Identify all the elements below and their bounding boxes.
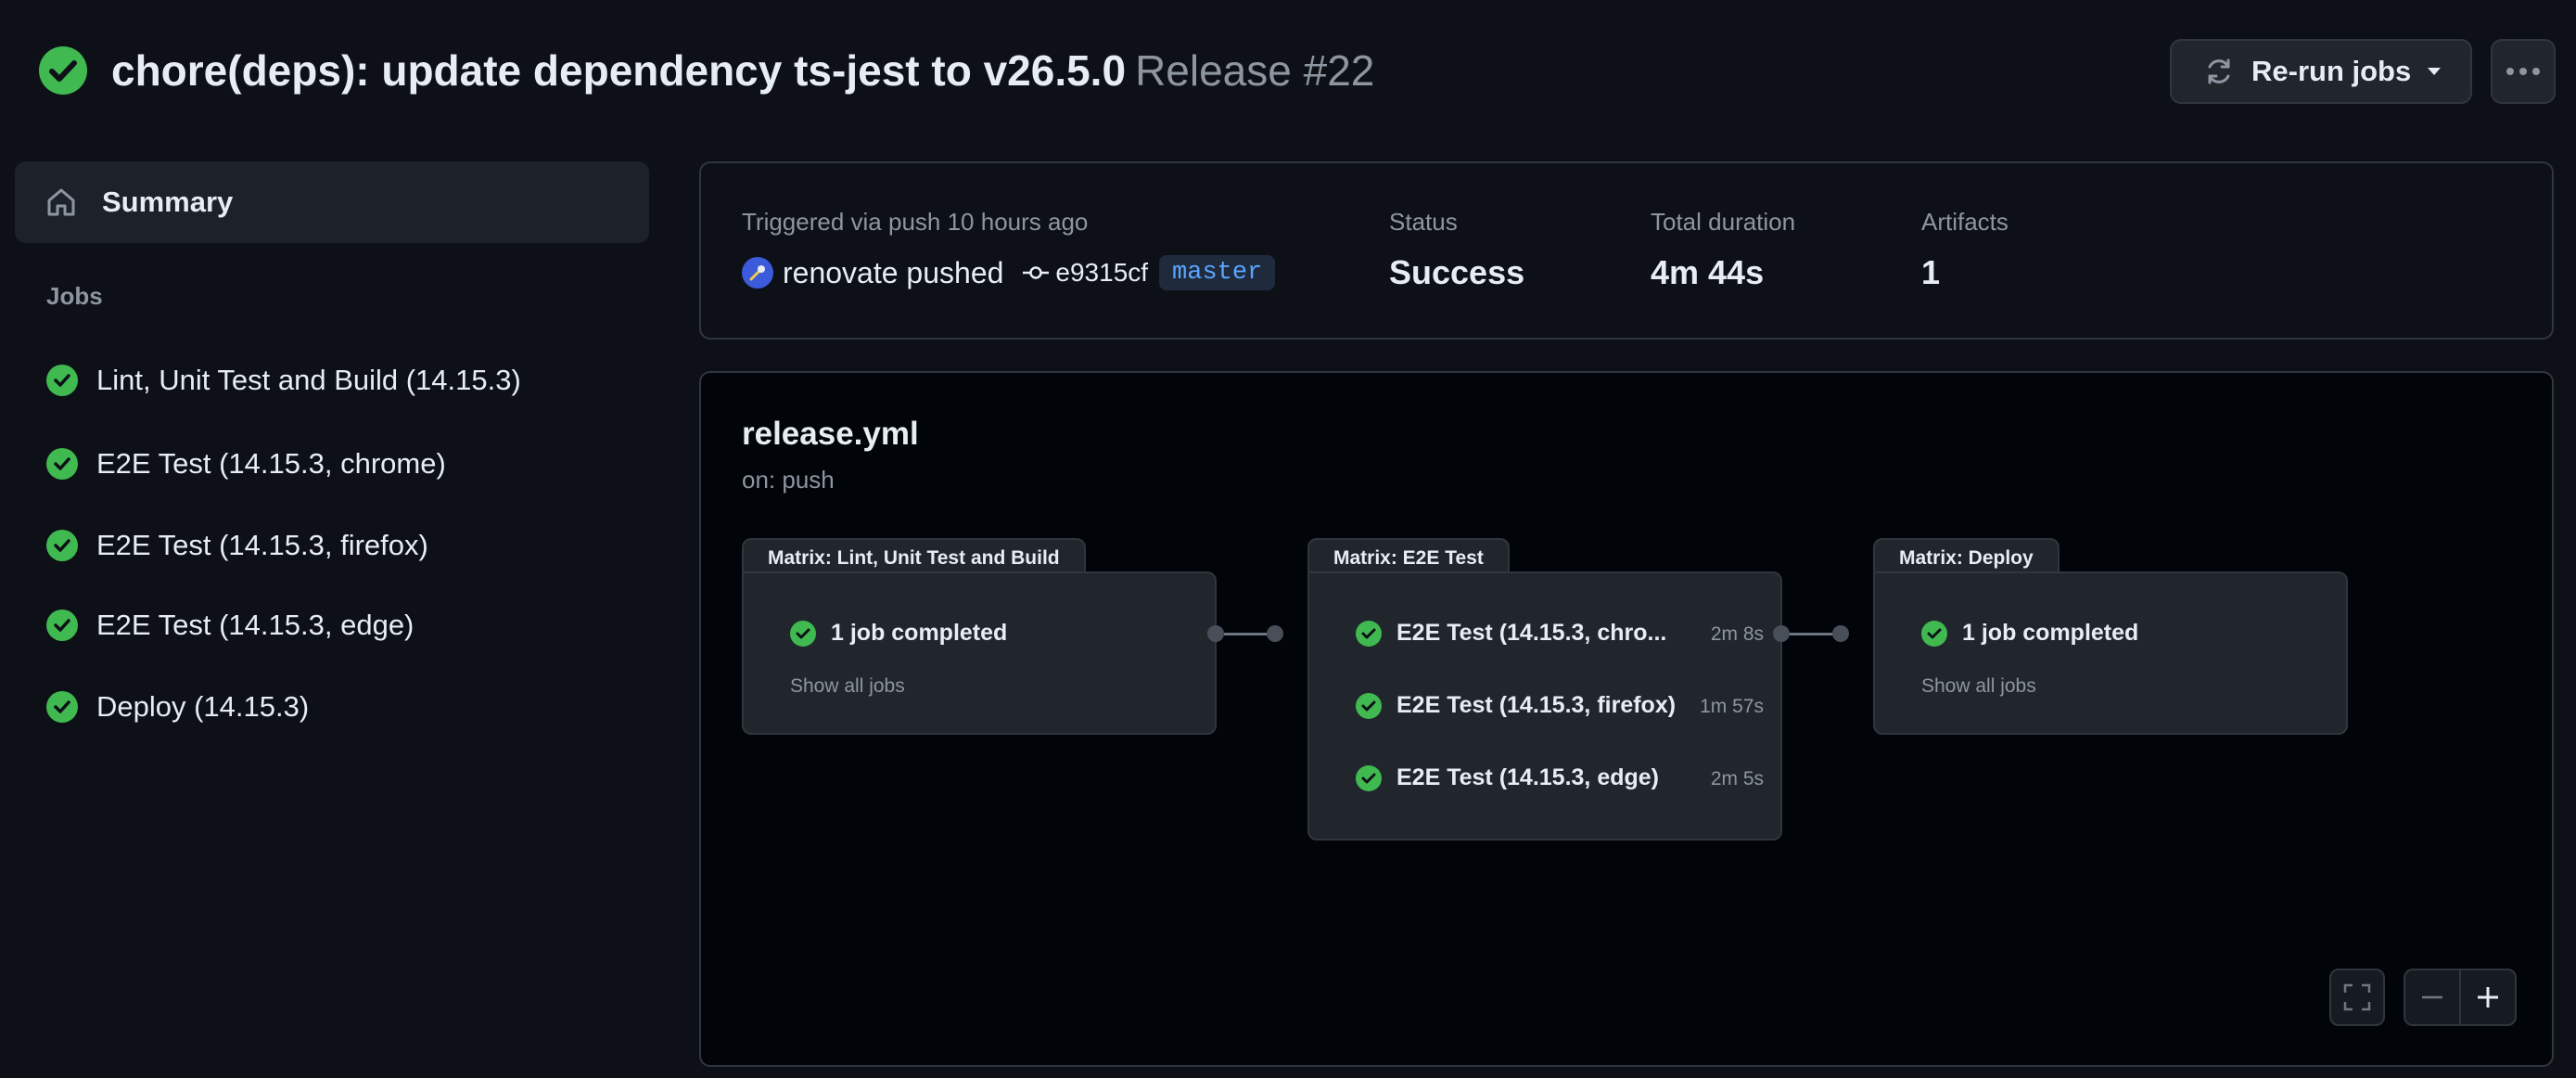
check-circle-icon	[1356, 764, 1382, 791]
matrix-title-deploy: Matrix: Deploy	[1873, 538, 2060, 575]
sidebar-job-item[interactable]: E2E Test (14.15.3, chrome)	[46, 438, 446, 490]
artifacts-value[interactable]: 1	[1921, 252, 1940, 293]
check-circle-icon	[46, 365, 78, 396]
connector-dot	[1832, 625, 1849, 642]
artifacts-label: Artifacts	[1921, 208, 2009, 236]
zoom-in-button[interactable]	[2459, 969, 2517, 1026]
check-circle-icon	[46, 610, 78, 641]
avatar[interactable]	[742, 257, 773, 289]
connector-dot	[1207, 625, 1224, 642]
check-circle-icon	[1356, 620, 1382, 647]
run-status-success-icon	[39, 46, 87, 95]
jobs-heading: Jobs	[46, 282, 103, 310]
zoom-in-icon	[2475, 984, 2501, 1010]
matrix-job-row[interactable]: E2E Test (14.15.3, firefox) 1m 57s	[1356, 692, 1764, 719]
sidebar-job-label: Deploy (14.15.3)	[96, 690, 310, 723]
matrix-summary-row[interactable]: 1 job completed	[790, 620, 1007, 647]
fullscreen-icon	[2342, 982, 2372, 1012]
matrix-summary-label: 1 job completed	[1962, 620, 2139, 646]
summary-label: Summary	[102, 186, 234, 218]
commit-title: chore(deps): update dependency ts-jest t…	[111, 46, 1127, 95]
matrix-title-lint: Matrix: Lint, Unit Test and Build	[742, 538, 1086, 575]
workflow-file-name[interactable]: release.yml	[742, 416, 919, 453]
connector-dot	[1267, 625, 1283, 642]
check-circle-icon	[46, 530, 78, 561]
connector-dot	[1773, 625, 1790, 642]
run-info-panel: Triggered via push 10 hours ago renovate…	[699, 161, 2554, 340]
duration-label: Total duration	[1651, 208, 1796, 236]
sidebar-job-item[interactable]: Lint, Unit Test and Build (14.15.3)	[46, 354, 521, 406]
connector-line	[1224, 633, 1269, 635]
sidebar-job-item[interactable]: E2E Test (14.15.3, firefox)	[46, 520, 428, 571]
sidebar-item-summary[interactable]: Summary	[15, 161, 649, 243]
more-options-button[interactable]	[2491, 39, 2556, 104]
actor-row: renovate pushed e9315cf master	[742, 252, 1276, 293]
actor-name[interactable]: renovate pushed	[783, 256, 1003, 290]
matrix-summary-row[interactable]: 1 job completed	[1921, 620, 2138, 647]
matrix-job-label: E2E Test (14.15.3, edge)	[1396, 764, 1659, 790]
trigger-text: Triggered via push 10 hours ago	[742, 208, 1089, 236]
show-all-jobs-link[interactable]: Show all jobs	[1921, 675, 2036, 698]
page-title: chore(deps): update dependency ts-jest t…	[111, 43, 1374, 98]
matrix-job-label: E2E Test (14.15.3, firefox)	[1396, 692, 1677, 718]
sidebar-job-label: Lint, Unit Test and Build (14.15.3)	[96, 364, 521, 396]
sidebar-job-item[interactable]: E2E Test (14.15.3, edge)	[46, 599, 414, 651]
fullscreen-button[interactable]	[2329, 969, 2385, 1026]
sidebar-job-label: E2E Test (14.15.3, firefox)	[96, 529, 428, 561]
check-circle-icon	[46, 448, 78, 480]
matrix-job-duration: 2m 8s	[1710, 623, 1764, 645]
matrix-job-row[interactable]: E2E Test (14.15.3, chro... 2m 8s	[1356, 620, 1764, 647]
caret-down-icon	[2426, 66, 2442, 77]
matrix-job-duration: 1m 57s	[1700, 696, 1764, 717]
kebab-horizontal-icon	[2505, 67, 2542, 76]
duration-value: 4m 44s	[1651, 253, 1765, 291]
matrix-card-lint[interactable]: 1 job completed Show all jobs	[742, 571, 1217, 735]
matrix-job-duration: 2m 5s	[1710, 768, 1764, 789]
git-commit-icon	[1022, 263, 1050, 282]
check-circle-icon	[46, 691, 78, 723]
rerun-jobs-label: Re-run jobs	[2251, 55, 2412, 87]
sidebar-job-label: E2E Test (14.15.3, chrome)	[96, 447, 446, 480]
connector-line	[1790, 633, 1834, 635]
commit-sha-link[interactable]: e9315cf	[1055, 258, 1148, 288]
workflow-graph-panel: release.yml on: push Matrix: Lint, Unit …	[699, 371, 2554, 1067]
sidebar-job-item[interactable]: Deploy (14.15.3)	[46, 681, 309, 733]
rerun-jobs-button[interactable]: Re-run jobs	[2170, 39, 2472, 104]
run-label: Release #22	[1135, 46, 1375, 95]
matrix-card-deploy[interactable]: 1 job completed Show all jobs	[1873, 571, 2348, 735]
status-label: Status	[1389, 208, 1458, 236]
zoom-out-icon	[2419, 984, 2445, 1010]
workflow-trigger: on: push	[742, 466, 835, 494]
check-circle-icon	[790, 620, 816, 647]
matrix-job-row[interactable]: E2E Test (14.15.3, edge) 2m 5s	[1356, 764, 1764, 791]
zoom-out-button[interactable]	[2404, 969, 2461, 1026]
matrix-job-label: E2E Test (14.15.3, chro...	[1396, 620, 1667, 646]
sync-icon	[2203, 56, 2235, 87]
branch-label[interactable]: master	[1159, 255, 1276, 290]
matrix-summary-label: 1 job completed	[831, 620, 1008, 646]
sidebar-job-label: E2E Test (14.15.3, edge)	[96, 609, 414, 641]
home-icon	[45, 186, 78, 219]
matrix-card-e2e: E2E Test (14.15.3, chro... 2m 8s E2E Tes…	[1307, 571, 1782, 841]
check-circle-icon	[1921, 620, 1947, 647]
show-all-jobs-link[interactable]: Show all jobs	[790, 675, 905, 698]
status-value: Success	[1389, 253, 1525, 291]
matrix-title-e2e: Matrix: E2E Test	[1307, 538, 1510, 575]
check-circle-icon	[1356, 692, 1382, 719]
